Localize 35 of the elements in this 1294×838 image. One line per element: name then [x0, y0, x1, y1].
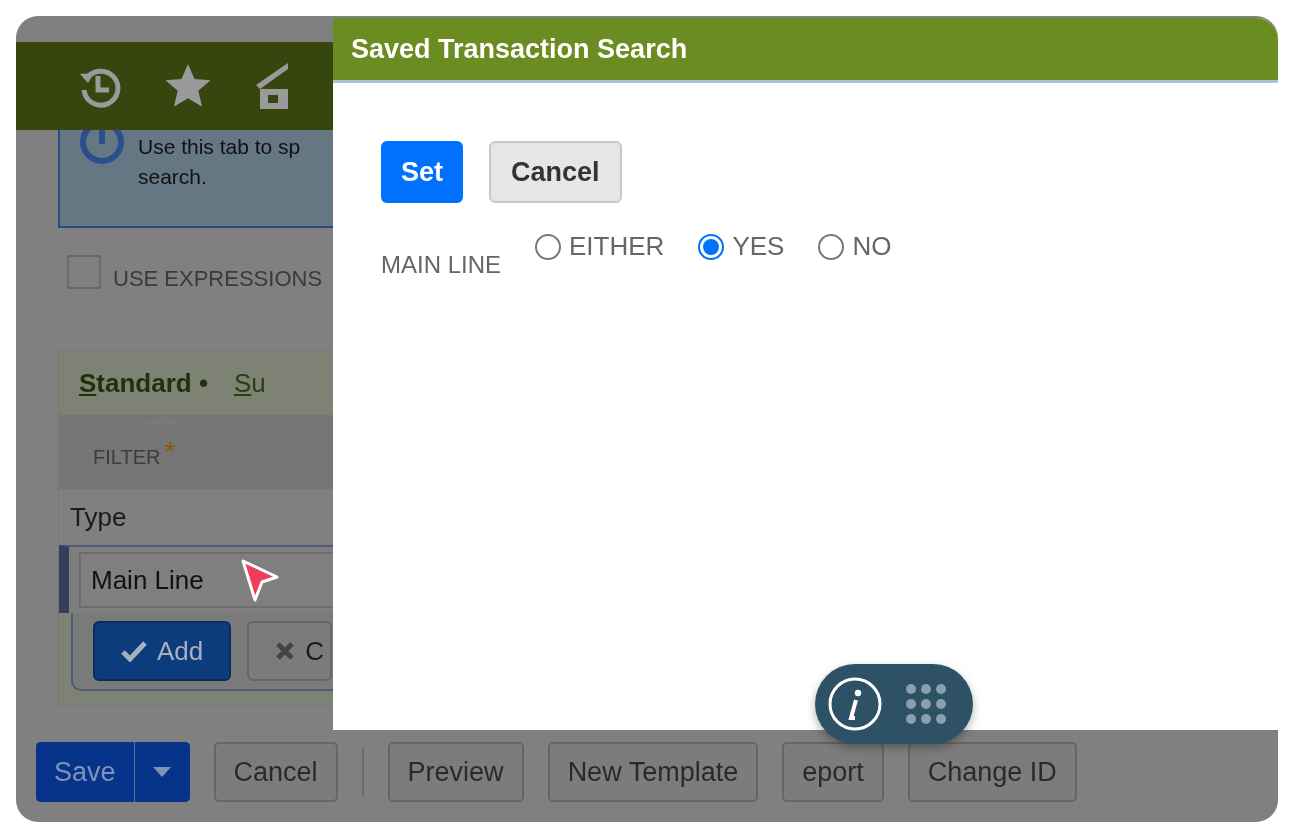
footer-button[interactable]: Preview — [387, 742, 524, 802]
field-label: MAIN LINE — [381, 251, 502, 279]
info-text: Use this tab to sp — [138, 134, 301, 160]
footer-button[interactable]: Change ID — [907, 742, 1077, 802]
caret-icon — [153, 767, 172, 777]
footer-button[interactable]: New Template — [547, 742, 759, 802]
star-icon[interactable] — [164, 63, 212, 109]
radio-button[interactable] — [698, 233, 725, 260]
grid-icon[interactable] — [905, 683, 947, 725]
cancel-button[interactable]: Cancel — [489, 141, 622, 203]
add-button[interactable]: Add — [93, 621, 232, 681]
radio-option[interactable]: YES — [698, 231, 785, 262]
footer-button[interactable]: eport — [782, 742, 884, 802]
tab[interactable]: Standard • — [79, 366, 208, 400]
footer-button[interactable]: Cancel — [213, 742, 338, 802]
close-icon — [275, 641, 296, 661]
dialog-title: Saved Transaction Search — [351, 33, 688, 65]
dropdown-button[interactable] — [133, 742, 190, 802]
cursor-icon — [240, 558, 280, 604]
checkbox-label: USE EXPRESSIONS — [113, 266, 323, 292]
checkmark-icon — [121, 640, 147, 662]
radio-option[interactable]: NO — [818, 231, 892, 262]
help-widget[interactable] — [815, 664, 973, 744]
radio-button[interactable] — [818, 233, 845, 260]
tab[interactable]: Su — [234, 366, 266, 400]
info-text: search. — [138, 164, 208, 190]
cancel-button[interactable]: C — [247, 621, 333, 681]
radio-option[interactable]: EITHER — [535, 231, 665, 262]
header-text: FILTER — [93, 445, 161, 469]
filter-row-text: Type — [70, 501, 127, 533]
set-button[interactable]: Set — [381, 141, 464, 203]
required-mark: * — [164, 436, 176, 468]
info-icon[interactable] — [827, 676, 883, 732]
value-field[interactable]: Main Line — [79, 552, 333, 608]
radio-button[interactable] — [535, 233, 562, 260]
